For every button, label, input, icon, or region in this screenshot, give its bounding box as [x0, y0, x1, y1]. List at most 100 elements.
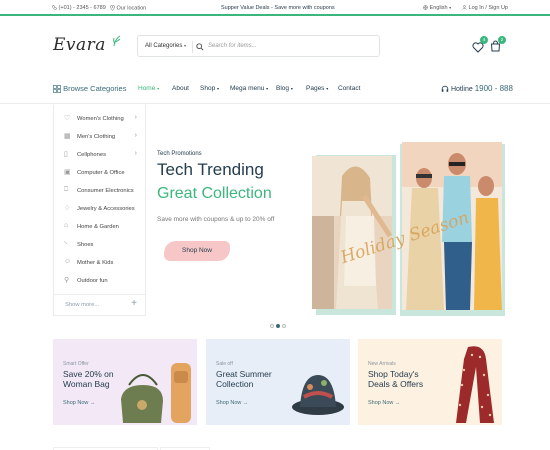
- category-label: Home & Garden: [77, 224, 119, 230]
- arrow-right-icon: →: [89, 400, 96, 406]
- cart-button[interactable]: 2: [490, 36, 506, 57]
- chevron-right-icon: ›: [134, 150, 137, 157]
- category-label: Computer & Office: [77, 170, 125, 176]
- nav-blog[interactable]: Blog ▾: [276, 85, 293, 92]
- nav-pages[interactable]: Pages ▾: [306, 85, 328, 92]
- chevron-down-icon: ▾: [184, 43, 187, 48]
- bucket-hat-image: [292, 375, 344, 415]
- nav-divider: [0, 103, 550, 104]
- show-more-button[interactable]: Show more... +: [54, 294, 146, 315]
- banner-shop-link[interactable]: Shop Now →: [63, 400, 95, 406]
- hero-photo-woman: [312, 156, 392, 309]
- headset-icon: [441, 86, 449, 92]
- logo-text: Evara: [53, 35, 106, 55]
- chevron-right-icon: ›: [134, 114, 137, 121]
- category-item-jewelry-accessories[interactable]: ♢ Jewelry & Accessories: [54, 201, 146, 219]
- chevron-down-icon: ▾: [290, 86, 293, 91]
- location-pin-icon: [110, 5, 115, 11]
- chevron-right-icon: ›: [134, 132, 137, 139]
- logo[interactable]: Evara: [53, 35, 122, 55]
- category-item-womens-clothing[interactable]: ♡ Women's Clothing ›: [54, 111, 146, 129]
- banner-shop-link[interactable]: Shop Now →: [216, 400, 248, 406]
- banner-tag: Sale off: [216, 361, 233, 367]
- category-label: Outdoor fun: [77, 278, 108, 284]
- chevron-down-icon: ▾: [157, 86, 160, 91]
- grid-icon: [53, 85, 61, 93]
- slider-dot[interactable]: [282, 324, 286, 328]
- hero-title: Tech Trending: [157, 160, 264, 179]
- nav-mega-menu[interactable]: Mega menu ▾: [230, 85, 268, 92]
- shoe-icon: ◝: [64, 241, 67, 248]
- wishlist-button[interactable]: 4: [472, 36, 488, 58]
- promo-banner-deals[interactable]: New Arrivals Shop Today's Deals & Offers…: [358, 339, 502, 425]
- language-select[interactable]: English ▾: [423, 5, 451, 11]
- handbag-image: [121, 363, 191, 423]
- slider-dot-active[interactable]: [276, 324, 280, 328]
- outdoor-icon: ⚲: [64, 277, 70, 284]
- category-label: Men's Clothing: [77, 134, 116, 140]
- nav-pages-label: Pages: [306, 85, 325, 92]
- hotline[interactable]: Hotline 1900 - 888: [441, 84, 513, 93]
- banner-tag: New Arrivals: [368, 361, 396, 367]
- cart-count-badge: 2: [498, 36, 506, 44]
- category-item-consumer-electronics[interactable]: ⎕ Consumer Electronics: [54, 183, 146, 201]
- category-label: Consumer Electronics: [77, 188, 134, 194]
- banner-shop-link[interactable]: Shop Now →: [368, 400, 400, 406]
- phone-number: (+01) - 2345 - 6789: [58, 5, 106, 11]
- baby-icon: ☺: [64, 258, 72, 265]
- category-label: Mother & Kids: [77, 260, 114, 266]
- search-category-label: All Categories: [145, 43, 183, 49]
- promo-banner-summer[interactable]: Sale off Great Summer Collection Shop No…: [206, 339, 350, 425]
- category-label: Women's Clothing: [77, 116, 124, 122]
- dress-icon: ♡: [64, 115, 71, 122]
- category-label: Jewelry & Accessories: [77, 206, 135, 212]
- category-item-computer-office[interactable]: ▣ Computer & Office: [54, 165, 146, 183]
- leaf-icon: [113, 35, 121, 47]
- nav-home[interactable]: Home ▾: [138, 85, 159, 92]
- nav-shop[interactable]: Shop ▾: [200, 85, 219, 92]
- nav-contact[interactable]: Contact: [338, 85, 360, 92]
- category-sidebar: ♡ Women's Clothing › ▦ Men's Clothing › …: [53, 105, 146, 316]
- promo-banner-bag[interactable]: Smart Offer Save 20% on Woman Bag Shop N…: [53, 339, 197, 425]
- chevron-down-icon: ▾: [326, 86, 329, 91]
- hotline-number: 1900 - 888: [474, 84, 513, 93]
- hero-description: Save more with coupons & up to 20% off: [157, 216, 275, 223]
- search-icon[interactable]: [196, 43, 204, 51]
- category-label: Shoes: [77, 242, 94, 248]
- chevron-down-icon: ▾: [266, 86, 269, 91]
- category-item-home-garden[interactable]: ⌂ Home & Garden: [54, 219, 146, 237]
- location-link[interactable]: Our location: [110, 5, 146, 11]
- banner-link-label: Shop Now: [63, 400, 89, 406]
- nav-shop-label: Shop: [200, 85, 216, 92]
- nav-mega-menu-label: Mega menu: [230, 85, 265, 92]
- language-label: English: [429, 5, 448, 11]
- nav-about[interactable]: About: [172, 85, 189, 92]
- search-bar: All Categories ▾ Search for items...: [137, 35, 380, 57]
- nav-contact-label: Contact: [338, 85, 361, 92]
- plus-icon: +: [131, 298, 137, 309]
- arrow-right-icon: →: [242, 400, 249, 406]
- banner-title: Great Summer Collection: [216, 369, 272, 389]
- hero-shop-now-button[interactable]: Shop Now: [164, 241, 230, 261]
- category-item-mens-clothing[interactable]: ▦ Men's Clothing ›: [54, 129, 146, 147]
- banner-link-label: Shop Now: [216, 400, 242, 406]
- login-label: Log In / Sign Up: [468, 5, 508, 11]
- category-item-cellphones[interactable]: ▯ Cellphones ›: [54, 147, 146, 165]
- login-link[interactable]: Log In / Sign Up: [462, 5, 508, 11]
- nav-blog-label: Blog: [276, 85, 290, 92]
- chevron-down-icon: ▾: [449, 5, 452, 10]
- user-icon: [462, 5, 467, 10]
- phone-icon: [52, 5, 57, 10]
- location-label: Our location: [116, 5, 147, 12]
- search-input[interactable]: Search for items...: [208, 43, 257, 49]
- show-more-label: Show more...: [65, 302, 100, 308]
- home-icon: ⌂: [64, 222, 69, 229]
- slider-dot[interactable]: [270, 324, 274, 328]
- category-item-mother-kids[interactable]: ☺ Mother & Kids: [54, 255, 146, 273]
- category-item-shoes[interactable]: ◝ Shoes: [54, 237, 146, 255]
- browse-categories-button[interactable]: Browse Categories: [53, 84, 126, 93]
- category-item-outdoor-fun[interactable]: ⚲ Outdoor fun: [54, 273, 146, 291]
- search-category-select[interactable]: All Categories ▾: [145, 43, 186, 49]
- promo-text: Supper Value Deals - Save more with coup…: [221, 5, 335, 11]
- globe-icon: [423, 5, 428, 10]
